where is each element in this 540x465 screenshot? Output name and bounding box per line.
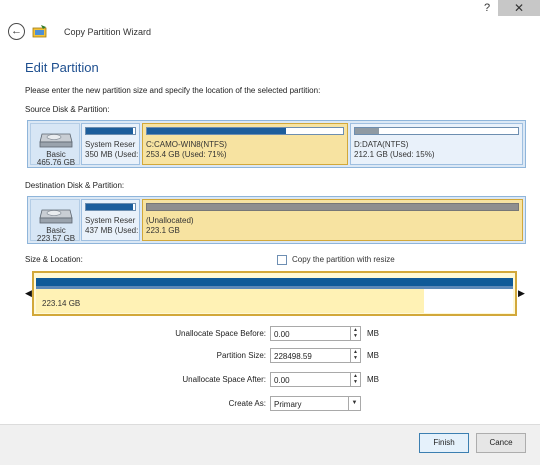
- unalloc-before-value: 0.00: [274, 330, 290, 339]
- partition-name: System Reser: [85, 216, 136, 225]
- hard-disk-icon: [39, 133, 73, 148]
- create-as-row: Create As: Primary ▼: [140, 396, 400, 412]
- partition-size-value: 228498.59: [274, 352, 312, 361]
- destination-partition-unallocated[interactable]: (Unallocated) 223.1 GB: [142, 199, 523, 241]
- usage-bar: [147, 128, 287, 134]
- partition-size-text: 223.14 GB: [42, 299, 81, 308]
- source-partition-system[interactable]: System Reser 350 MB (Used:: [81, 123, 140, 165]
- unit-label: MB: [367, 329, 379, 338]
- source-label: Source Disk & Partition:: [25, 105, 110, 114]
- help-button[interactable]: ?: [476, 0, 498, 16]
- unalloc-before-input[interactable]: 0.00 ▲ ▼: [270, 326, 361, 341]
- wizard-caption: ← Copy Partition Wizard: [0, 20, 540, 46]
- partition-size-row: Partition Size: 228498.59 ▲ ▼ MB: [140, 348, 400, 364]
- destination-disk-size: 223.57 GB: [36, 234, 76, 243]
- partition-size: 223.1 GB: [146, 226, 180, 235]
- partition-size: 212.1 GB (Used: 15%): [354, 150, 435, 159]
- close-button[interactable]: ✕: [498, 0, 540, 16]
- usage-bar: [86, 204, 133, 210]
- partition-size: 437 MB (Used:: [85, 226, 139, 235]
- partition-size: 350 MB (Used:: [85, 150, 139, 159]
- source-disk-map: Basic 465.76 GB System Reser 350 MB (Use…: [27, 120, 526, 168]
- usage-bar: [355, 128, 380, 134]
- create-as-value: Primary: [274, 400, 302, 409]
- create-as-label: Create As:: [228, 399, 266, 408]
- spinner-arrows-icon[interactable]: ▲ ▼: [350, 349, 360, 362]
- wizard-wand-icon: [32, 25, 47, 38]
- window-titlebar: ? ✕: [0, 0, 540, 20]
- finish-button[interactable]: Finish: [419, 433, 469, 453]
- size-location-label: Size & Location:: [25, 255, 83, 264]
- free-space-area: [424, 289, 513, 313]
- unalloc-before-label: Unallocate Space Before:: [175, 329, 266, 338]
- source-partition-c[interactable]: C:CAMO-WIN8(NTFS) 253.4 GB (Used: 71%): [142, 123, 348, 165]
- wizard-footer: Finish Cance: [0, 424, 540, 465]
- cancel-button[interactable]: Cance: [476, 433, 526, 453]
- wizard-title: Copy Partition Wizard: [64, 27, 152, 37]
- partition-size-input[interactable]: 228498.59 ▲ ▼: [270, 348, 361, 363]
- unit-label: MB: [367, 351, 379, 360]
- partition-size-label: Partition Size:: [216, 351, 266, 360]
- spinner-arrows-icon[interactable]: ▲ ▼: [350, 327, 360, 340]
- usage-bar: [86, 128, 133, 134]
- unalloc-after-label: Unallocate Space After:: [182, 375, 266, 384]
- partition-size: 253.4 GB (Used: 71%): [146, 150, 227, 159]
- source-disk-size: 465.76 GB: [36, 158, 76, 167]
- back-arrow-icon[interactable]: ←: [8, 23, 25, 40]
- source-disk-tile[interactable]: Basic 465.76 GB: [30, 123, 80, 167]
- partition-fill[interactable]: [36, 289, 424, 313]
- copy-resize-checkbox[interactable]: [277, 255, 287, 265]
- copy-resize-label[interactable]: Copy the partition with resize: [292, 255, 395, 264]
- partition-name: System Reser: [85, 140, 136, 149]
- spinner-arrows-icon[interactable]: ▲ ▼: [350, 373, 360, 386]
- partition-bar: [36, 278, 513, 286]
- partition-name: D:DATA(NTFS): [354, 140, 409, 149]
- destination-label: Destination Disk & Partition:: [25, 181, 125, 190]
- partition-name: (Unallocated): [146, 216, 194, 225]
- size-location-slider[interactable]: 223.14 GB: [32, 271, 517, 316]
- unalloc-after-input[interactable]: 0.00 ▲ ▼: [270, 372, 361, 387]
- source-partition-d[interactable]: D:DATA(NTFS) 212.1 GB (Used: 15%): [350, 123, 523, 165]
- unalloc-after-value: 0.00: [274, 376, 290, 385]
- page-title: Edit Partition: [25, 60, 99, 75]
- destination-partition-system[interactable]: System Reser 437 MB (Used:: [81, 199, 140, 241]
- destination-disk-map: Basic 223.57 GB System Reser 437 MB (Use…: [27, 196, 526, 244]
- unit-label: MB: [367, 375, 379, 384]
- destination-disk-tile[interactable]: Basic 223.57 GB: [30, 199, 80, 243]
- partition-name: C:CAMO-WIN8(NTFS): [146, 140, 227, 149]
- right-resize-handle[interactable]: ▶: [518, 286, 526, 300]
- instruction-text: Please enter the new partition size and …: [25, 86, 321, 95]
- chevron-down-icon[interactable]: ▼: [348, 397, 360, 410]
- hard-disk-icon: [39, 209, 73, 224]
- create-as-select[interactable]: Primary ▼: [270, 396, 361, 411]
- unalloc-after-row: Unallocate Space After: 0.00 ▲ ▼ MB: [140, 372, 400, 388]
- unalloc-before-row: Unallocate Space Before: 0.00 ▲ ▼ MB: [140, 326, 400, 342]
